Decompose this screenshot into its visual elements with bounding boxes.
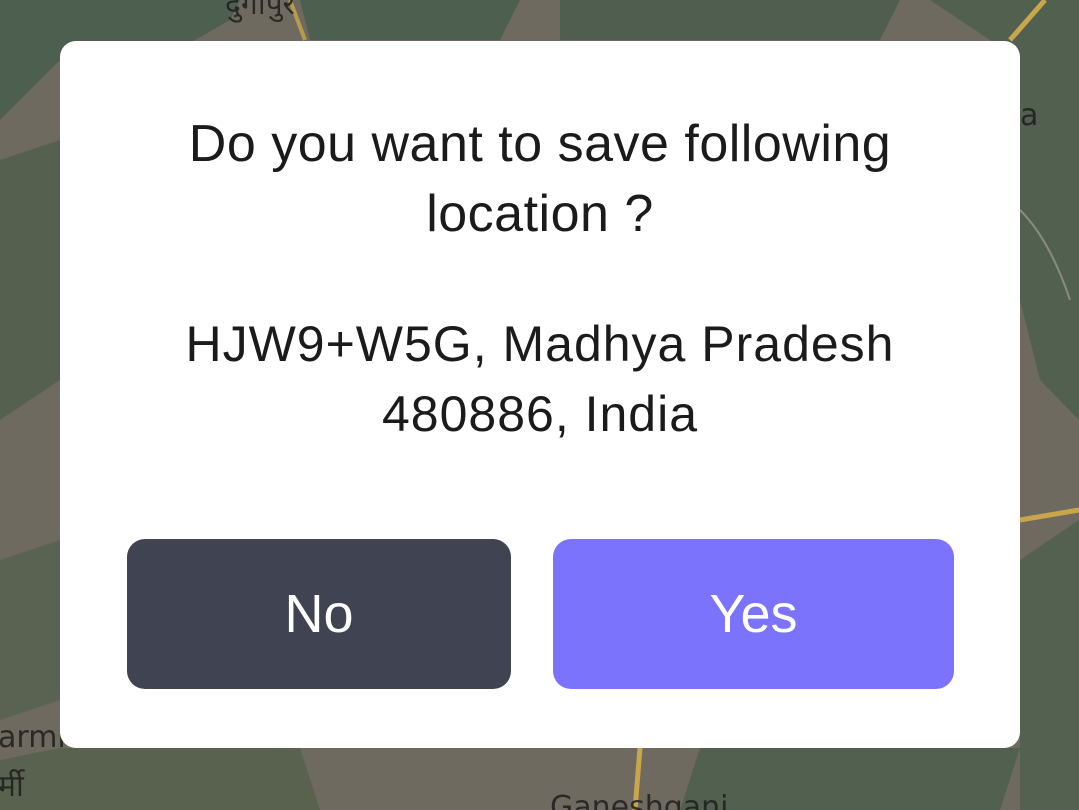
address-line-2: 480886, India	[381, 386, 699, 442]
yes-button[interactable]: Yes	[553, 539, 954, 689]
no-button[interactable]: No	[127, 539, 511, 689]
save-location-dialog: Do you want to save following location ?…	[60, 41, 1020, 748]
location-address: HJW9+W5G, Madhya Pradesh 480886, India	[100, 309, 980, 449]
address-line-1: HJW9+W5G, Madhya Pradesh	[185, 316, 895, 372]
dialog-title: Do you want to save following location ?	[188, 115, 892, 243]
